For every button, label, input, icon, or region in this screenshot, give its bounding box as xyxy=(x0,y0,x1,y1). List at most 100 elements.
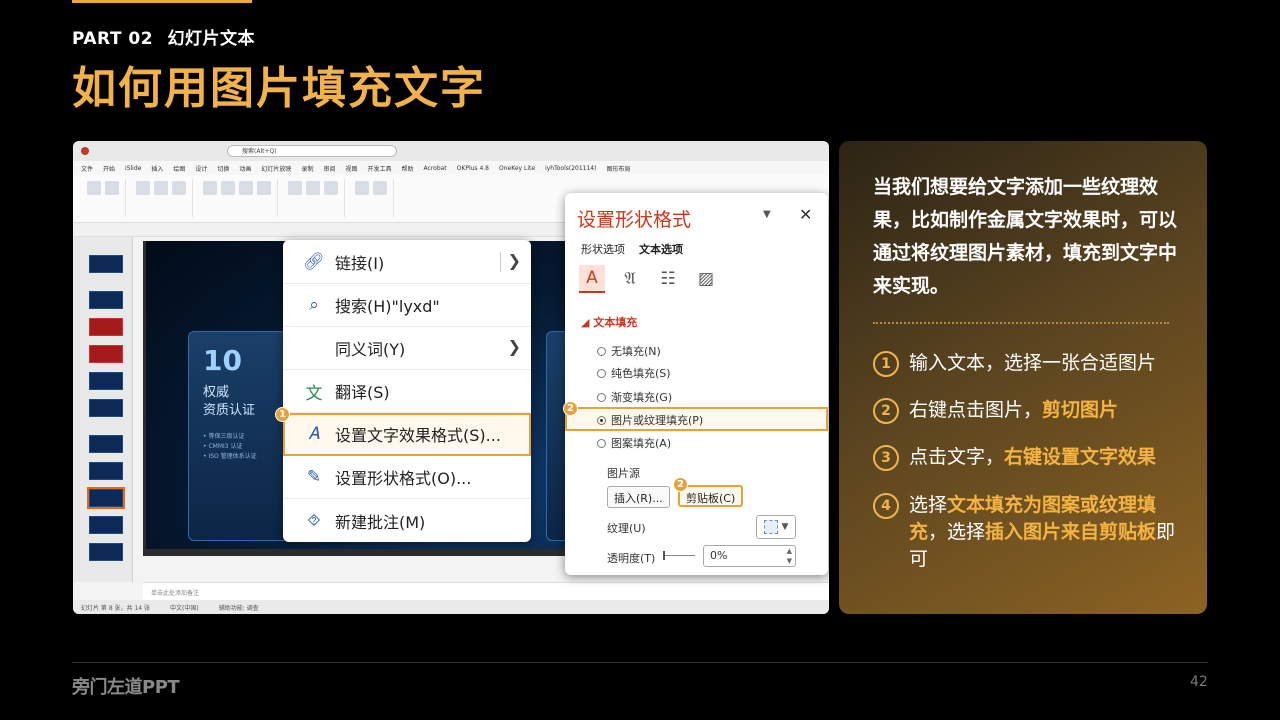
ppt-app-icon xyxy=(81,147,89,155)
notes-area[interactable]: 单击此处添加备注 xyxy=(143,582,829,600)
picture-icon[interactable]: ▨ xyxy=(693,265,719,293)
slide-thumbnail[interactable] xyxy=(89,543,123,561)
ppt-menu-item[interactable]: 图形布局 xyxy=(606,164,630,173)
transparency-slider[interactable] xyxy=(663,551,695,560)
radio-picture-texture-fill[interactable]: 图片或纹理填充(P) xyxy=(597,412,703,428)
ppt-menu-item[interactable]: 幻灯片放映 xyxy=(261,164,291,173)
ppt-menu-item[interactable]: 切换 xyxy=(217,164,229,173)
ppt-menu-item[interactable]: iyhTools(201114) xyxy=(545,165,596,172)
step-item: 3 点击文字，右键设置文字效果 xyxy=(873,444,1189,471)
part-name: 幻灯片文本 xyxy=(167,29,255,49)
radio-button-selected[interactable] xyxy=(597,415,606,425)
ppt-menu-item[interactable]: 绘图 xyxy=(173,164,185,173)
pane-title: 设置形状格式 xyxy=(577,209,692,231)
menu-item-label: 链接(I) xyxy=(335,254,385,273)
ribbon-button[interactable] xyxy=(324,181,338,195)
radio-gradient-fill[interactable]: 渐变填充(G) xyxy=(597,389,672,405)
ppt-menu-item[interactable]: 插入 xyxy=(151,164,163,173)
ribbon-button[interactable] xyxy=(172,181,186,195)
menu-divider xyxy=(500,252,501,272)
slide-thumbnail[interactable] xyxy=(89,372,123,390)
status-language: 中文(中国) xyxy=(170,605,199,612)
ribbon-button[interactable] xyxy=(136,181,150,195)
tab-text-options[interactable]: 文本选项 xyxy=(639,241,683,257)
slide-thumbnail[interactable] xyxy=(89,255,123,273)
info-intro: 当我们想要给文字添加一些纹理效果，比如制作金属文字效果时，可以通过将纹理图片素材… xyxy=(873,176,1178,297)
radio-label: 纯色填充(S) xyxy=(611,367,671,380)
menu-item-translate[interactable]: 文 翻译(S) xyxy=(283,370,531,413)
slide-thumbnail[interactable] xyxy=(89,399,123,417)
ppt-search-box[interactable]: 搜索(Alt+Q) xyxy=(227,145,397,157)
chevron-right-icon[interactable]: ❯ xyxy=(508,251,521,270)
texture-picker[interactable]: ▼ xyxy=(756,515,796,539)
ppt-menu-item[interactable]: 视图 xyxy=(345,164,357,173)
ppt-menu-item[interactable]: 设计 xyxy=(195,164,207,173)
ppt-menu-item[interactable]: 动画 xyxy=(239,164,251,173)
close-icon[interactable]: ✕ xyxy=(799,205,812,224)
card-bullet: • CMMI3 认证 xyxy=(203,443,243,450)
slide-thumbnail[interactable] xyxy=(89,516,123,534)
menu-item-format-shape[interactable]: ✎ 设置形状格式(O)... xyxy=(283,456,531,499)
section-text-fill[interactable]: ◢ 文本填充 xyxy=(581,314,637,330)
ribbon-button[interactable] xyxy=(355,181,369,195)
ppt-menu-item[interactable]: 开发工具 xyxy=(367,164,391,173)
insert-button[interactable]: 插入(R)... xyxy=(607,486,670,508)
menu-item-search[interactable]: ⌕ 搜索(H)"lyxd" xyxy=(283,284,531,327)
brand-logo: 旁门左道PPT xyxy=(72,677,180,698)
step-item: 2 右键点击图片，剪切图片 xyxy=(873,397,1189,424)
radio-no-fill[interactable]: 无填充(N) xyxy=(597,343,661,359)
ribbon-button[interactable] xyxy=(306,181,320,195)
ribbon-button[interactable] xyxy=(87,181,101,195)
menu-item-new-comment[interactable]: ⯑ 新建批注(M) xyxy=(283,499,531,542)
texture-label: 纹理(U) xyxy=(607,522,646,535)
status-slide-count: 幻灯片 第 8 张，共 14 张 xyxy=(81,605,150,612)
radio-button[interactable] xyxy=(597,392,606,402)
radio-pattern-fill[interactable]: 图案填充(A) xyxy=(597,435,671,451)
ribbon-button[interactable] xyxy=(257,181,271,195)
ribbon-button[interactable] xyxy=(239,181,253,195)
tab-shape-options[interactable]: 形状选项 xyxy=(581,241,625,257)
slide-thumbnail[interactable] xyxy=(89,345,123,363)
ribbon-button[interactable] xyxy=(203,181,217,195)
radio-solid-fill[interactable]: 纯色填充(S) xyxy=(597,365,671,381)
menu-item-link[interactable]: 🔗︎ 链接(I) ❯ xyxy=(283,241,531,284)
textbox-icon[interactable]: ☷ xyxy=(655,265,681,293)
transparency-label: 透明度(T) xyxy=(607,552,656,565)
radio-button[interactable] xyxy=(597,438,606,448)
ribbon-button[interactable] xyxy=(373,181,387,195)
slide-thumbnail[interactable] xyxy=(89,462,123,480)
ppt-menu-item[interactable]: 开始 xyxy=(103,164,115,173)
ppt-menu-item[interactable]: Acrobat xyxy=(424,165,447,172)
ribbon-group xyxy=(282,179,345,217)
ribbon-group xyxy=(349,179,394,217)
slide-thumbnail[interactable] xyxy=(89,291,123,309)
menu-item-format-text-effects[interactable]: 𝐴 设置文字效果格式(S)... xyxy=(283,413,531,456)
clipboard-button[interactable]: 剪贴板(C) xyxy=(678,485,744,507)
ribbon-button[interactable] xyxy=(105,181,119,195)
spinner-icon[interactable]: ▲ ▼ xyxy=(787,546,792,566)
ppt-menu-item[interactable]: OneKey Lite xyxy=(499,165,535,172)
radio-button[interactable] xyxy=(597,368,606,378)
part-label: PART 02 幻灯片文本 xyxy=(72,24,255,49)
slide-thumbnail[interactable] xyxy=(89,318,123,336)
text-fill-icon[interactable]: A xyxy=(579,265,605,293)
ppt-menu-item[interactable]: 文件 xyxy=(81,164,93,173)
status-accessibility[interactable]: 辅助功能: 调查 xyxy=(219,603,259,612)
text-outline-icon[interactable]: 𝔄 xyxy=(617,265,643,293)
slide-thumbnail-selected[interactable] xyxy=(87,487,125,509)
radio-button[interactable] xyxy=(597,346,606,356)
slide-thumbnail[interactable] xyxy=(89,435,123,453)
ppt-menu-item[interactable]: 审阅 xyxy=(323,164,335,173)
ribbon-button[interactable] xyxy=(288,181,302,195)
ppt-menu-item[interactable]: OKPlus 4.8 xyxy=(457,165,489,172)
ribbon-button[interactable] xyxy=(221,181,235,195)
ppt-menu-item[interactable]: 帮助 xyxy=(402,164,414,173)
step-text: 输入文本，选择一张合适图片 xyxy=(909,350,1156,377)
ppt-menu-item[interactable]: 录制 xyxy=(301,164,313,173)
caret-down-icon[interactable]: ▼ xyxy=(763,209,771,220)
ribbon-button[interactable] xyxy=(154,181,168,195)
transparency-input[interactable]: 0% ▲ ▼ xyxy=(703,545,796,567)
menu-item-synonyms[interactable]: 同义词(Y) ❯ xyxy=(283,327,531,370)
chevron-right-icon[interactable]: ❯ xyxy=(508,337,521,356)
ppt-menu-item[interactable]: iSlide xyxy=(125,165,141,172)
